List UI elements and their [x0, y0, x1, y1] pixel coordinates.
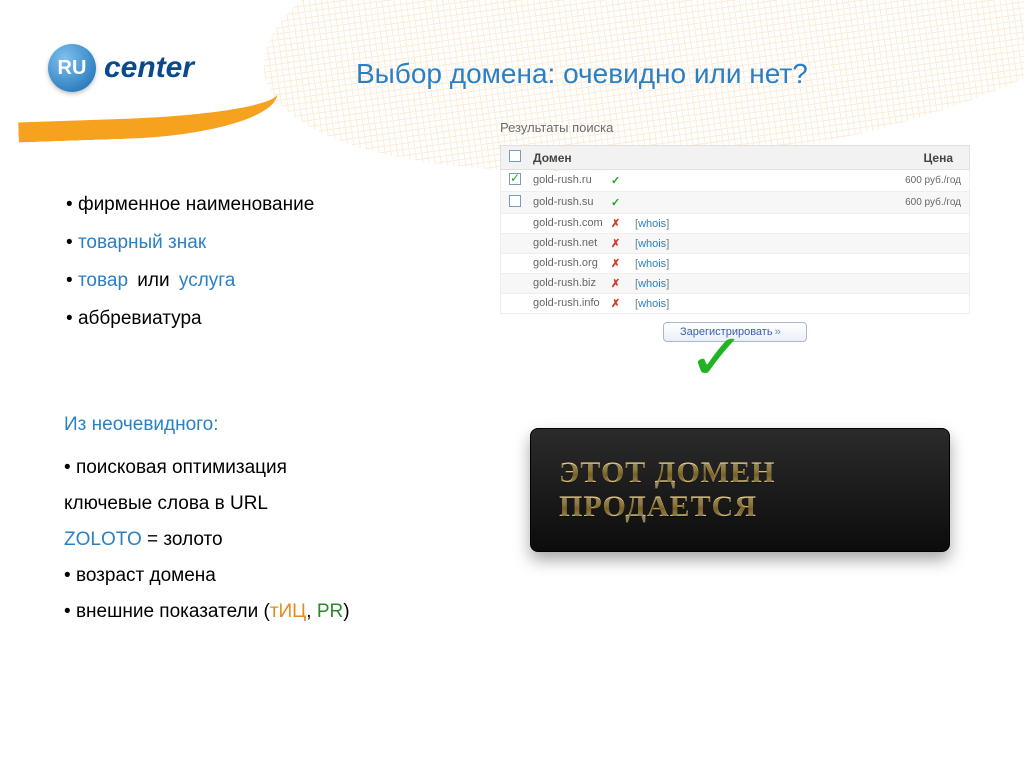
obvious-list: фирменное наименование товарный знак тов…	[66, 186, 314, 338]
table-row: gold-rush.ru✓ 600 руб./год	[500, 170, 970, 192]
bullet-external: внешние показатели (тИЦ, PR)	[64, 594, 350, 630]
whois-link[interactable]: [whois]	[635, 258, 669, 270]
banner-line2: ПРОДАЕТСЯ	[559, 490, 949, 524]
slide-title: Выбор домена: очевидно или нет?	[356, 58, 808, 90]
price-cell: 600 руб./год	[851, 175, 961, 186]
status-icon: ✗	[611, 237, 635, 250]
domain-cell: gold-rush.org	[533, 258, 611, 270]
domain-for-sale-banner: ЭТОТ ДОМЕН ПРОДАЕТСЯ	[530, 428, 950, 552]
domain-cell: gold-rush.com	[533, 218, 611, 230]
nonobvious-list: поисковая оптимизация ключевые слова в U…	[64, 450, 350, 630]
table-row: gold-rush.info✗[whois]	[500, 294, 970, 314]
bullet-zoloto: ZOLOTO = золото	[64, 522, 350, 558]
status-icon: ✓	[611, 174, 635, 187]
bullet-seo: поисковая оптимизация	[64, 450, 350, 486]
logo: RU center	[48, 44, 194, 92]
whois-link[interactable]: [whois]	[635, 218, 669, 230]
domain-cell: gold-rush.info	[533, 298, 611, 310]
row-checkbox[interactable]	[509, 173, 521, 185]
table-row: gold-rush.biz✗[whois]	[500, 274, 970, 294]
whois-link[interactable]: [whois]	[635, 298, 669, 310]
col-price-header: Цена	[851, 151, 961, 165]
logo-swoosh	[17, 93, 278, 142]
nonobvious-heading: Из неочевидного:	[64, 414, 219, 436]
search-results-title: Результаты поиска	[500, 120, 970, 135]
col-domain-header: Домен	[533, 151, 851, 165]
bullet-abbrev: аббревиатура	[66, 300, 314, 338]
logo-text: center	[104, 51, 194, 85]
table-row: gold-rush.net✗[whois]	[500, 234, 970, 254]
select-all-checkbox[interactable]	[509, 150, 521, 162]
whois-link[interactable]: [whois]	[635, 238, 669, 250]
status-icon: ✓	[611, 196, 635, 209]
table-row: gold-rush.com✗[whois]	[500, 214, 970, 234]
status-icon: ✗	[611, 217, 635, 230]
domain-cell: gold-rush.net	[533, 238, 611, 250]
domain-cell: gold-rush.ru	[533, 175, 611, 187]
whois-link[interactable]: [whois]	[635, 278, 669, 290]
bullet-good-service: товар или услуга	[66, 262, 314, 300]
table-row: gold-rush.su✓ 600 руб./год	[500, 192, 970, 214]
row-checkbox[interactable]	[509, 195, 521, 207]
search-results-header: Домен Цена	[500, 145, 970, 170]
big-check-icon: ✓	[687, 320, 746, 395]
bullet-company-name: фирменное наименование	[66, 186, 314, 224]
status-icon: ✗	[611, 297, 635, 310]
status-icon: ✗	[611, 277, 635, 290]
bullet-trademark: товарный знак	[66, 224, 314, 262]
banner-line1: ЭТОТ ДОМЕН	[559, 456, 949, 490]
logo-badge: RU	[48, 44, 96, 92]
bullet-keywords: ключевые слова в URL	[64, 486, 350, 522]
domain-cell: gold-rush.su	[533, 197, 611, 209]
table-row: gold-rush.org✗[whois]	[500, 254, 970, 274]
price-cell: 600 руб./год	[851, 197, 961, 208]
search-results-panel: Результаты поиска Домен Цена gold-rush.r…	[500, 120, 970, 342]
bullet-domain-age: возраст домена	[64, 558, 350, 594]
status-icon: ✗	[611, 257, 635, 270]
domain-cell: gold-rush.biz	[533, 278, 611, 290]
